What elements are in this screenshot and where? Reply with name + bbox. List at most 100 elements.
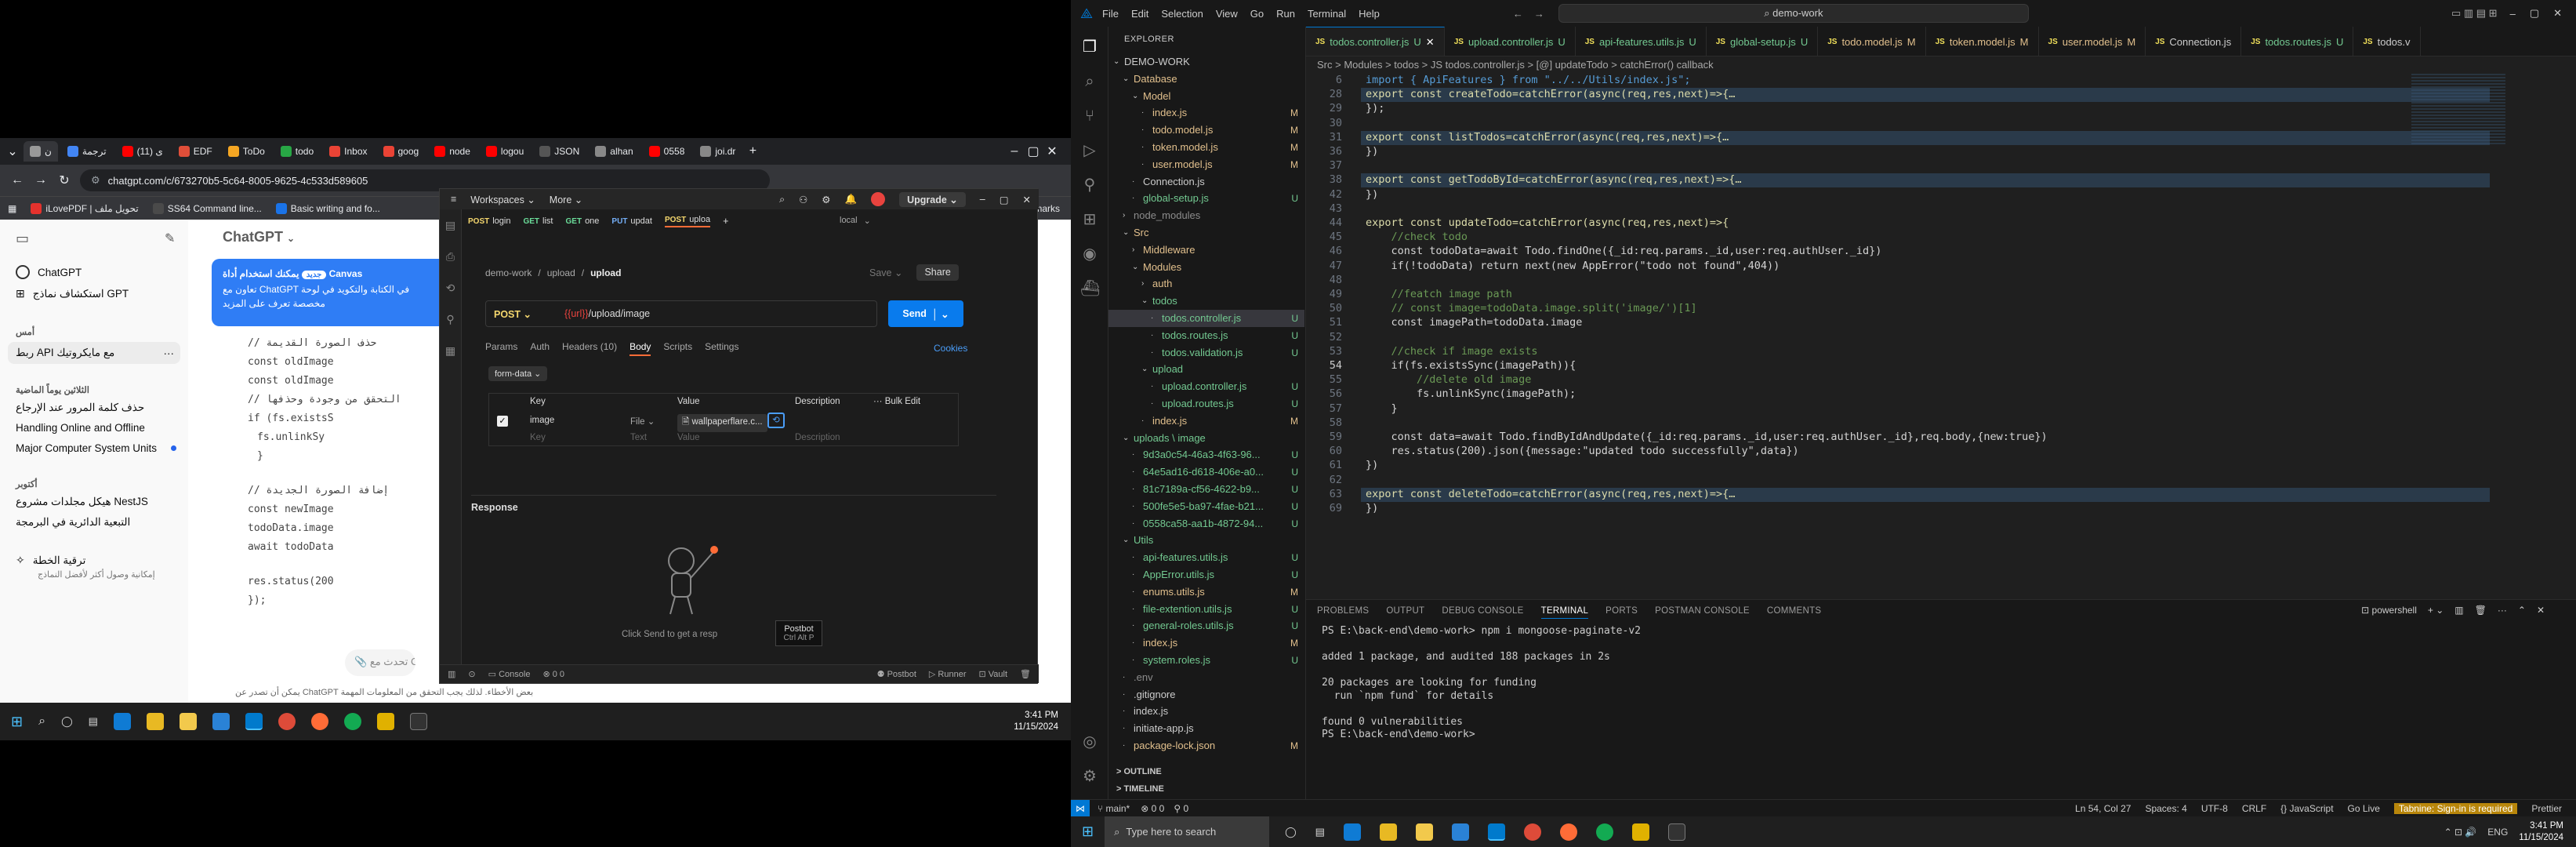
- tree-file[interactable]: · 500fe5e5-ba97-4fae-b21... U: [1108, 498, 1304, 515]
- close-icon[interactable]: ✕: [1023, 194, 1031, 205]
- minimize-icon[interactable]: –: [1007, 144, 1022, 158]
- menu-item[interactable]: File: [1102, 8, 1119, 20]
- chrome-tab[interactable]: JSON: [533, 141, 586, 162]
- tree-folder[interactable]: › auth: [1108, 275, 1304, 293]
- menu-item[interactable]: View: [1216, 8, 1238, 20]
- menu-item[interactable]: Edit: [1131, 8, 1148, 20]
- new-tab-icon[interactable]: +: [745, 144, 760, 158]
- menu-item[interactable]: Go: [1250, 8, 1264, 20]
- tree-file[interactable]: · 81c7189a-cf56-4622-b9... U: [1108, 481, 1304, 498]
- subtab[interactable]: Settings: [705, 341, 738, 356]
- new-terminal-icon[interactable]: + ⌄: [2428, 605, 2444, 616]
- close-icon[interactable]: ✕: [2553, 7, 2562, 20]
- menu-item[interactable]: Terminal: [1308, 8, 1346, 20]
- docker-icon[interactable]: ⛴: [1080, 279, 1100, 298]
- terminal-profile[interactable]: ⊡ powershell: [2361, 605, 2417, 616]
- windows-start-icon[interactable]: ⊞: [1082, 823, 1094, 840]
- source-control-icon[interactable]: ⑂: [1080, 107, 1099, 125]
- remote-indicator[interactable]: ⋈: [1071, 799, 1090, 817]
- row-file-chip[interactable]: 🗎 wallpaperflare.c...: [677, 414, 767, 432]
- model-selector[interactable]: ChatGPT ⌄: [223, 229, 295, 245]
- tree-file[interactable]: · file-extention.utils.js U: [1108, 601, 1304, 618]
- ports-indicator[interactable]: ⚲ 0: [1174, 803, 1188, 814]
- status-item[interactable]: Tabnine: Sign-in is required: [2393, 802, 2518, 814]
- status-item[interactable]: CRLF: [2242, 803, 2266, 814]
- mongodb-icon[interactable]: [1595, 823, 1613, 841]
- minimize-icon[interactable]: –: [980, 194, 985, 205]
- url-variable[interactable]: {{url}}: [564, 308, 589, 319]
- editor-tab[interactable]: JS todo.model.js M: [1818, 27, 1926, 56]
- branch-indicator[interactable]: ⑂ main*: [1098, 803, 1130, 814]
- tree-file[interactable]: · upload.routes.js U: [1108, 395, 1304, 413]
- chrome-tab[interactable]: EDF: [172, 141, 219, 162]
- apps-grid-icon[interactable]: ▦: [8, 203, 16, 214]
- tree-file[interactable]: · todos.routes.js U: [1108, 327, 1304, 344]
- close-panel-icon[interactable]: ✕: [2537, 605, 2545, 616]
- explorer-icon[interactable]: ❐: [1080, 38, 1099, 56]
- tree-folder[interactable]: ⌄ Modules: [1108, 259, 1304, 276]
- rail-icons[interactable]: ▤ ⎙ ⟲ ⚲ ▦: [440, 209, 461, 366]
- sidebar-chat-item[interactable]: Handling Online and Offline: [16, 422, 145, 434]
- nav-back-icon[interactable]: ←: [1513, 8, 1523, 20]
- menu-item[interactable]: Run: [1276, 8, 1295, 20]
- tree-file[interactable]: · api-features.utils.js U: [1108, 549, 1304, 566]
- minimize-icon[interactable]: –: [2510, 8, 2516, 20]
- run-debug-icon[interactable]: ▷: [1080, 141, 1099, 160]
- sidebar-item-chatgpt[interactable]: ChatGPT: [16, 265, 82, 279]
- accounts-icon[interactable]: ◎: [1080, 732, 1099, 751]
- tree-file[interactable]: · todos.controller.js U: [1108, 310, 1304, 327]
- chrome-tab[interactable]: ToDo: [222, 141, 271, 162]
- edge-icon[interactable]: [1343, 823, 1361, 841]
- bookmark-ilovepdf[interactable]: iLovePDF | تحويل ملف: [31, 202, 139, 214]
- status-item[interactable]: UTF-8: [2201, 803, 2228, 814]
- chrome-tab[interactable]: ترجمة: [61, 141, 113, 162]
- panel-tab[interactable]: TERMINAL: [1540, 606, 1589, 619]
- chrome-tab[interactable]: todo: [274, 141, 320, 162]
- tree-file[interactable]: · token.model.js M: [1108, 139, 1304, 156]
- request-tab[interactable]: GET one: [566, 216, 600, 226]
- left-clock[interactable]: 3:41 PM 11/15/2024: [1014, 710, 1058, 733]
- tree-file[interactable]: · user.model.js M: [1108, 156, 1304, 173]
- menu-item[interactable]: Selection: [1161, 8, 1203, 20]
- tree-file[interactable]: · upload.controller.js U: [1108, 378, 1304, 395]
- bell-icon[interactable]: 🔔: [845, 194, 858, 205]
- right-clock[interactable]: 3:41 PM 11/15/2024: [2519, 820, 2563, 844]
- maximize-icon[interactable]: ▢: [1025, 144, 1041, 159]
- store-icon[interactable]: [179, 713, 197, 730]
- task-view-icon[interactable]: ▤: [1315, 826, 1325, 838]
- empty-value[interactable]: Value: [677, 433, 700, 442]
- widgets-icon[interactable]: ▤: [89, 715, 98, 728]
- cookies-link[interactable]: Cookies: [934, 343, 967, 354]
- close-icon[interactable]: ✕: [1044, 144, 1060, 159]
- panel-tab[interactable]: COMMENTS: [1767, 606, 1821, 619]
- maximize-panel-icon[interactable]: ⌃: [2518, 605, 2526, 616]
- online-icon[interactable]: ⊙: [468, 669, 475, 679]
- sidebar-chat-item[interactable]: حذف كلمة المرور عند الإرجاع: [16, 402, 144, 414]
- send-button[interactable]: Send │ ⌄: [888, 300, 963, 327]
- editor-tab[interactable]: JS Connection.js: [2146, 27, 2242, 56]
- avatar[interactable]: [871, 192, 886, 206]
- postman-ext-icon[interactable]: ⚲: [1080, 176, 1099, 194]
- terminal-icon[interactable]: [409, 713, 427, 730]
- tab-search-icon[interactable]: ⌄: [5, 144, 20, 159]
- subtab[interactable]: Params: [485, 341, 517, 356]
- sidebar-item-explore-gpts[interactable]: ⊞ استكشاف نماذج GPT: [16, 287, 129, 300]
- reload-icon[interactable]: ↻: [56, 173, 72, 188]
- tree-folder[interactable]: ⌄ uploads \ image: [1108, 430, 1304, 447]
- method-select[interactable]: POST ⌄: [486, 308, 564, 320]
- request-tab[interactable]: POST uploa: [664, 215, 711, 227]
- panel-tab[interactable]: POSTMAN CONSOLE: [1655, 606, 1750, 619]
- settings-icon[interactable]: ⚙: [822, 194, 830, 205]
- editor-tab[interactable]: JS todos.routes.js U: [2241, 27, 2354, 56]
- chrome-tab[interactable]: (11) ی: [116, 141, 169, 162]
- vault-button[interactable]: ⊡ Vault: [978, 669, 1007, 679]
- chrome-tab[interactable]: alhan: [589, 141, 639, 162]
- tree-folder[interactable]: ⌄ Database: [1108, 71, 1304, 88]
- postman-icon[interactable]: [1559, 823, 1577, 841]
- editor-tab[interactable]: JS todos.controller.js U ✕: [1306, 27, 1445, 56]
- tree-file[interactable]: · 9d3a0c54-46a3-4f63-96... U: [1108, 446, 1304, 463]
- language-indicator[interactable]: ENG: [2487, 827, 2508, 838]
- tray-icons[interactable]: ⌃ ⊡ 🔊: [2444, 827, 2477, 838]
- tree-file[interactable]: · index.js M: [1108, 413, 1304, 430]
- status-item[interactable]: Prettier: [2531, 803, 2562, 814]
